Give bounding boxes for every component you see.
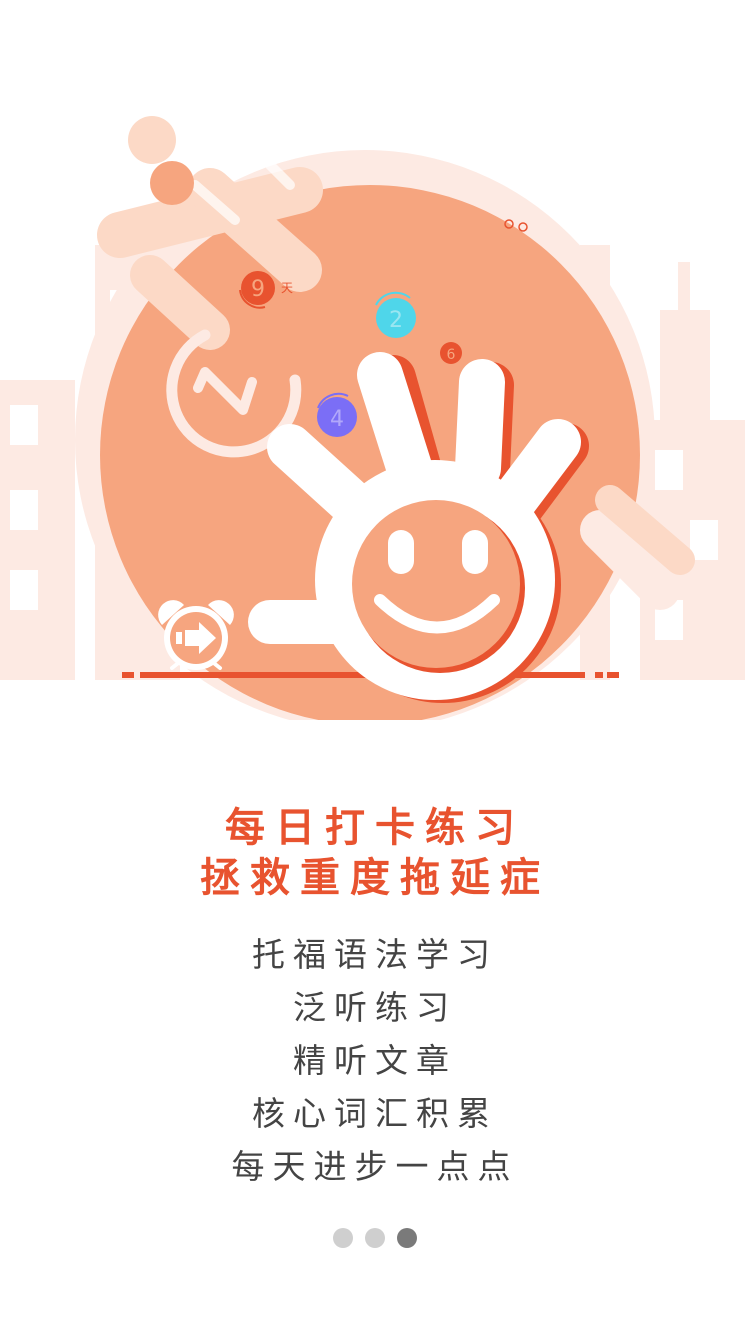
svg-text:2: 2 (389, 308, 403, 333)
badge-6: 6 (440, 342, 462, 364)
feature-item: 托福语法学习 (252, 935, 498, 974)
feature-item: 精听文章 (293, 1041, 457, 1080)
headline-line-2: 拯救重度拖延症 (200, 855, 550, 901)
feature-item: 泛听练习 (293, 988, 457, 1027)
onboarding-illustration: 9 天 2 6 4 (0, 116, 745, 720)
feature-item: 核心词汇积累 (252, 1094, 498, 1133)
pagination-dots (0, 1228, 750, 1250)
svg-text:6: 6 (447, 347, 456, 363)
decor-bubble-large (128, 116, 176, 164)
svg-text:9: 9 (251, 277, 265, 302)
page-dot-3[interactable] (397, 1228, 417, 1248)
page-dot-2[interactable] (365, 1228, 385, 1248)
page-dot-1[interactable] (333, 1228, 353, 1248)
svg-text:4: 4 (330, 407, 344, 432)
feature-item: 每天进步一点点 (231, 1147, 519, 1186)
svg-text:天: 天 (281, 281, 293, 295)
decor-bubble-medium (150, 161, 194, 205)
